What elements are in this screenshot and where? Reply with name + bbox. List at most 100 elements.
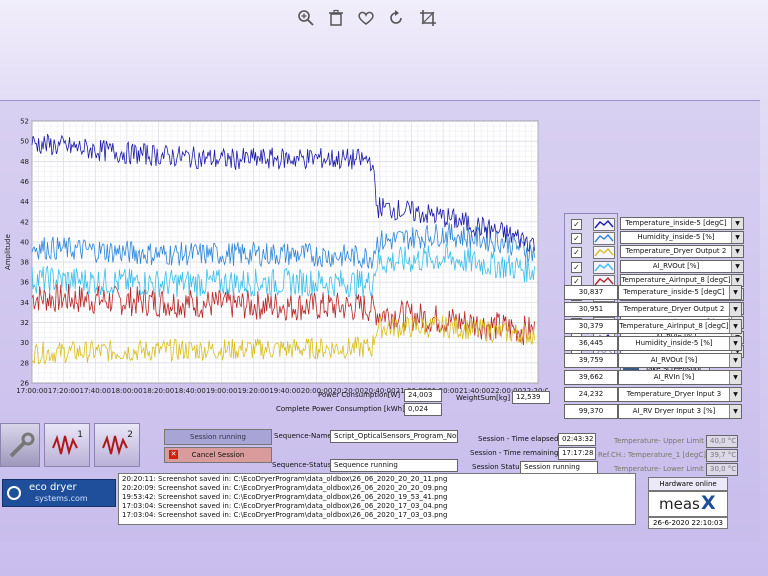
sequence-name-label: Sequence-Name: [274, 432, 335, 440]
value-channel-select[interactable]: Temperature_inside-5 [degC] ▼ [618, 285, 742, 300]
hardware-datetime: 26-6-2020 22:10:03 [648, 517, 728, 529]
mode-1-button[interactable]: 1 [44, 423, 90, 467]
value-channel-label: AI_RV Dryer Input 3 [%] [632, 407, 716, 415]
tools-button[interactable] [0, 423, 40, 467]
cancel-session-button[interactable]: ✕ Cancel Session [164, 447, 272, 463]
hardware-status: Hardware online [648, 477, 728, 491]
heart-icon[interactable] [356, 8, 376, 28]
value-channel-select[interactable]: Temperature_Dryer Output 2 ▼ [618, 302, 742, 317]
value-channel-label: AI_RVIn [%] [653, 373, 695, 381]
channel-select-label: Temperature_Dryer Output 2 [625, 247, 727, 256]
value-channel-select[interactable]: AI_RVIn [%] ▼ [618, 370, 742, 385]
measx-x: X [701, 492, 716, 514]
chevron-down-icon: ▼ [729, 303, 741, 316]
session-running-label: Session running [190, 433, 246, 441]
time-elapsed-label: Session - Time elapsed: [478, 435, 561, 443]
channel-value: 39,759 [564, 353, 618, 368]
mode-1-number: 1 [77, 430, 83, 440]
sequence-name-field[interactable]: Script_OpticalSensors_Program_Nor [330, 430, 458, 443]
session-running-button[interactable]: Session running [164, 429, 272, 445]
log-entry: 20:20:11: Screenshot saved in: C:\EcoDry… [122, 475, 448, 483]
eco-dryer-application-window: 26 28 30 32 34 36 38 40 42 44 46 48 50 52 17:00:00 17:2… [0, 100, 760, 541]
y-tick-label: 28 [20, 359, 29, 367]
x-tick-label: 17:20:00 [48, 387, 79, 395]
channel-select[interactable]: Temperature_inside-5 [degC] ▼ [620, 217, 744, 230]
y-tick-label: 34 [20, 299, 29, 307]
chevron-down-icon: ▼ [729, 405, 741, 418]
measx-word: meas [659, 495, 700, 513]
trash-icon[interactable] [326, 8, 346, 28]
amplitude-chart: 26 28 30 32 34 36 38 40 42 44 46 48 50 52 17:00:00 17:2… [0, 109, 548, 409]
chevron-down-icon: ▼ [731, 218, 743, 229]
time-remaining-label: Session - Time remaining: [470, 449, 561, 457]
complete-power-value: 0,024 [404, 403, 442, 416]
x-tick-label: 19:40:00 [269, 387, 300, 395]
channel-select-label: Humidity_inside-5 [%] [637, 233, 715, 242]
lower-limit-value: 30,0 °C [706, 463, 738, 476]
y-tick-label: 50 [20, 138, 29, 146]
x-tick-label: 19:20:00 [238, 387, 269, 395]
channel-value: 30,951 [564, 302, 618, 317]
chevron-down-icon: ▼ [731, 232, 743, 244]
channel-value: 99,370 [564, 404, 618, 419]
crop-icon[interactable] [418, 8, 438, 28]
y-tick-label: 52 [20, 118, 29, 126]
channel-select-label: Temperature_inside-5 [degC] [625, 219, 727, 227]
x-tick-label: 19:00:00 [206, 387, 237, 395]
event-log[interactable]: 20:20:11: Screenshot saved in: C:\EcoDry… [118, 473, 636, 525]
value-channel-label: Temperature_Dryer Output 2 [623, 305, 725, 313]
channel-select[interactable]: AI_RVOut [%] ▼ [620, 259, 744, 273]
channel-color-swatch[interactable] [593, 232, 615, 246]
channel-checkbox[interactable]: ✓ [571, 261, 582, 273]
y-tick-label: 44 [20, 198, 29, 206]
sequence-status-field: Sequence running [330, 459, 458, 472]
y-tick-label: 48 [20, 158, 29, 166]
rotate-icon[interactable] [386, 8, 406, 28]
value-channel-label: Temperature_Dryer Input 3 [626, 390, 722, 398]
value-channel-label: Temperature_inside-5 [degC] [623, 288, 725, 296]
sequence-status-label: Sequence-Status: [272, 461, 334, 469]
legend-row: ✓ [567, 260, 615, 274]
channel-value: 30,837 [564, 285, 618, 300]
value-channel-select[interactable]: Temperature_Dryer Input 3 ▼ [618, 387, 742, 402]
y-tick-label: 32 [20, 319, 29, 327]
chevron-down-icon: ▼ [729, 286, 741, 299]
channel-color-swatch[interactable] [593, 260, 615, 274]
mode-2-button[interactable]: 2 [94, 423, 140, 467]
value-channel-select[interactable]: Temperature_AirInput_8 [degC] ▼ [618, 319, 742, 334]
chevron-down-icon: ▼ [731, 260, 743, 272]
reference-channel-label: Ref.CH.: Temperature_1 [degC] [598, 451, 706, 459]
channel-checkbox[interactable]: ✓ [571, 247, 582, 259]
channel-value: 30,379 [564, 319, 618, 334]
chevron-down-icon: ▼ [729, 388, 741, 401]
upper-limit-value: 40,0 °C [706, 435, 738, 448]
cancel-icon: ✕ [169, 450, 178, 459]
log-entry: 19:53:42: Screenshot saved in: C:\EcoDry… [122, 493, 448, 501]
logo-line-2: systems.com [35, 494, 88, 503]
channel-checkbox[interactable]: ✓ [571, 233, 582, 245]
legend-row: ✓ [567, 232, 615, 246]
chevron-down-icon: ▼ [729, 371, 741, 384]
mode-2-number: 2 [127, 430, 133, 440]
log-entry: 17:03:04: Screenshot saved in: C:\EcoDry… [122, 502, 448, 510]
y-tick-label: 40 [20, 238, 29, 246]
value-channel-select[interactable]: Humidity_inside-5 [%] ▼ [618, 336, 742, 351]
channel-select[interactable]: Humidity_inside-5 [%] ▼ [620, 231, 744, 245]
channel-select[interactable]: Temperature_Dryer Output 2 ▼ [620, 245, 744, 259]
channel-color-swatch[interactable] [593, 218, 615, 231]
power-consumption-label: Power Consumption[W] [318, 391, 401, 399]
lower-limit-label: Temperature- Lower Limit [614, 465, 704, 473]
time-remaining-value: 17:17:28 [558, 447, 596, 460]
y-tick-label: 30 [20, 339, 29, 347]
value-channel-select[interactable]: AI_RV Dryer Input 3 [%] ▼ [618, 404, 742, 419]
channel-color-swatch[interactable] [593, 246, 615, 260]
legend-row: ✓ [567, 218, 615, 231]
value-channel-label: Temperature_AirInput_8 [degC] [619, 322, 729, 330]
chevron-down-icon: ▼ [731, 246, 743, 258]
channel-checkbox[interactable]: ✓ [571, 219, 582, 230]
value-channel-select[interactable]: AI_RVOut [%] ▼ [618, 353, 742, 368]
log-entry: 20:20:09: Screenshot saved in: C:\EcoDry… [122, 484, 448, 492]
weight-sum-label: WeightSum[kg] [456, 394, 511, 402]
zoom-in-icon[interactable] [296, 8, 316, 28]
chevron-down-icon: ▼ [729, 337, 741, 350]
